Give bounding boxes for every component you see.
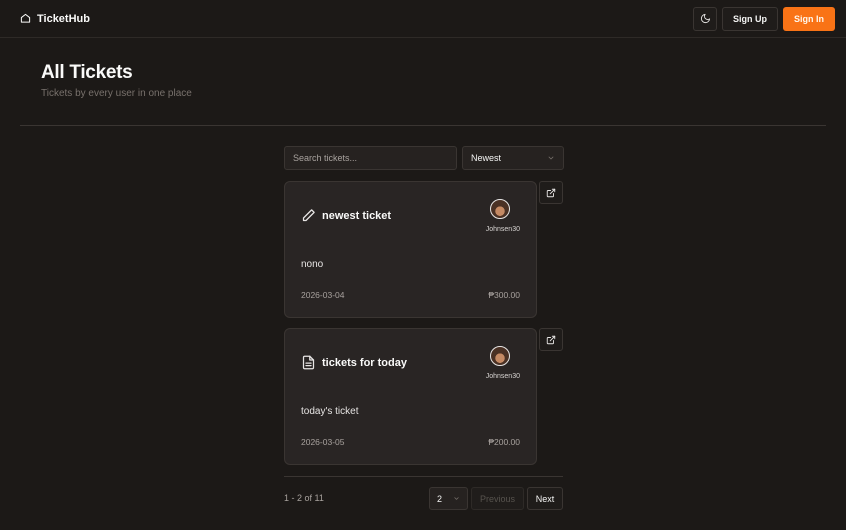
ticket-title: tickets for today (322, 357, 407, 369)
document-icon (302, 355, 315, 370)
external-link-icon (546, 335, 556, 344)
ticket-filters: Search tickets... Newest (284, 146, 564, 170)
ticket-card[interactable]: newest ticket Johnsen30 nono 2026-03-04 … (284, 181, 537, 318)
chevron-down-icon (548, 156, 554, 160)
ticket-description: today's ticket (301, 406, 359, 417)
pencil-icon (302, 209, 315, 222)
theme-toggle-button[interactable] (693, 6, 717, 31)
search-input[interactable]: Search tickets... (284, 146, 457, 170)
app-name: TicketHub (37, 12, 90, 25)
sort-select-value: Newest (471, 153, 502, 163)
header-divider (20, 125, 826, 126)
author-avatar (490, 346, 510, 366)
moon-icon (700, 13, 710, 24)
page-header: All Tickets Tickets by every user in one… (41, 62, 192, 99)
home-icon (20, 13, 31, 23)
ticket-price: ₱300.00 (488, 290, 520, 300)
pagination-range: 1 - 2 of 11 (284, 493, 324, 503)
page-size-select[interactable]: 2 (429, 487, 468, 510)
page-title: All Tickets (41, 62, 133, 83)
sign-in-button[interactable]: Sign In (783, 6, 835, 31)
chevron-down-icon (454, 497, 459, 500)
top-navbar: TicketHub Sign Up Sign In (0, 0, 846, 38)
page-size-value: 2 (437, 493, 443, 504)
ticket-card[interactable]: tickets for today Johnsen30 today's tick… (284, 328, 537, 465)
ticket-description: nono (301, 259, 324, 270)
ticket-author: Johnsen30 (485, 373, 520, 380)
external-link-icon (546, 188, 556, 197)
author-avatar (490, 199, 510, 219)
pagination-divider (284, 476, 563, 477)
ticket-author: Johnsen30 (485, 226, 520, 233)
previous-page-button[interactable]: Previous (471, 487, 524, 510)
ticket-date: 2026-03-04 (301, 290, 345, 300)
ticket-date: 2026-03-05 (301, 437, 345, 447)
sign-up-button[interactable]: Sign Up (722, 6, 778, 31)
pagination-controls: 2 Previous Next (429, 487, 563, 510)
ticket-title: newest ticket (322, 210, 392, 222)
page-subtitle: Tickets by every user in one place (41, 88, 192, 99)
open-ticket-button[interactable] (539, 181, 563, 204)
open-ticket-button[interactable] (539, 328, 563, 351)
ticket-price: ₱200.00 (488, 437, 520, 447)
next-page-button[interactable]: Next (527, 487, 563, 510)
brand-logo[interactable]: TicketHub (20, 13, 90, 25)
sort-select[interactable]: Newest (462, 146, 564, 170)
